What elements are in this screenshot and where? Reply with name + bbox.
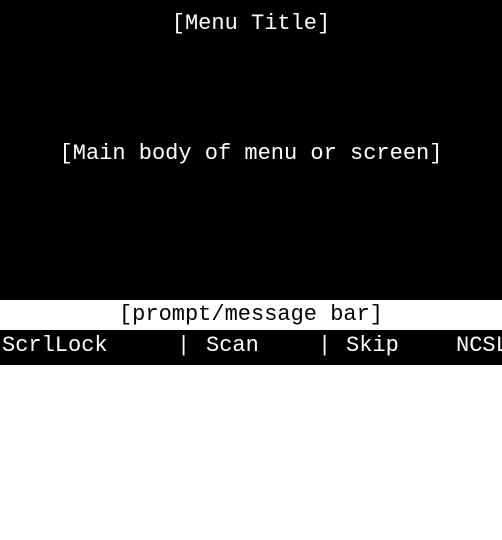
menu-title: [Menu Title] [171, 11, 331, 36]
scrllock-key[interactable]: ScrlLock [2, 331, 108, 361]
menu-screen: [Menu Title] [Main body of menu or scree… [0, 0, 502, 300]
key-separator: | [177, 333, 191, 358]
scan-key[interactable]: Scan [206, 331, 259, 361]
main-body: [Main body of menu or screen] [59, 141, 443, 166]
skip-key[interactable]: Skip [346, 331, 399, 361]
key-separator: | [318, 333, 332, 358]
function-key-bar: ScrlLock | Scan | Skip NCSL [0, 330, 502, 365]
prompt-message-bar: [prompt/message bar] [0, 300, 502, 330]
ncsl-key[interactable]: NCSL [456, 331, 502, 361]
